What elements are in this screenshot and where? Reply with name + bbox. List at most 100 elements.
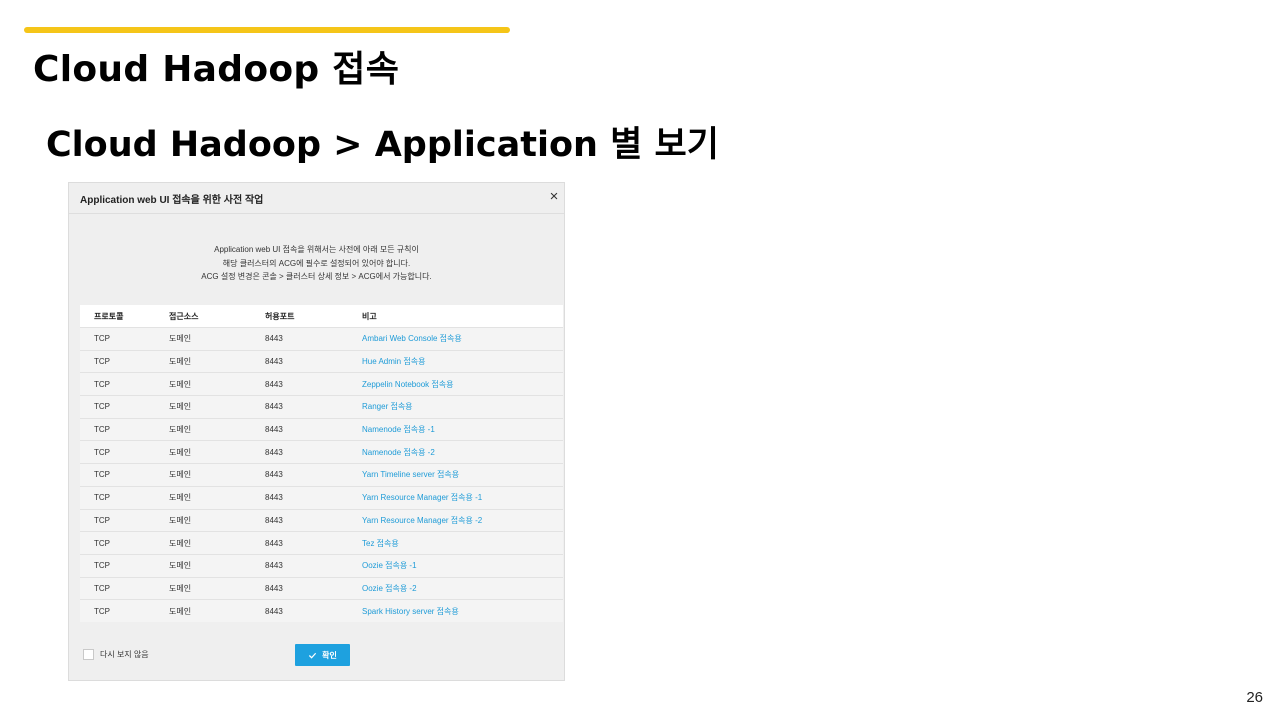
source-cell: 도메인: [169, 531, 265, 555]
dialog-notice: Application web UI 접속을 위해서는 사전에 아래 모든 규칙…: [69, 243, 564, 284]
note-link[interactable]: Namenode 접속용 -1: [362, 425, 435, 434]
port-cell: 8443: [265, 440, 362, 464]
dont-show-again-option[interactable]: 다시 보지 않음: [83, 649, 149, 660]
protocol-cell: TCP: [80, 553, 169, 578]
port-cell: 8443: [265, 372, 362, 396]
note-link[interactable]: Ambari Web Console 접속용: [362, 334, 462, 343]
protocol-cell: TCP: [80, 440, 169, 464]
close-icon[interactable]: ×: [546, 188, 562, 206]
source-cell: 도메인: [169, 485, 265, 509]
acg-rules-table: 프로토콜 접근소스 허용포트 비고 TCP 도메인 8443 Ambari Web C…: [80, 305, 563, 622]
dialog-title: Application web UI 접속을 위한 사전 작업: [80, 195, 264, 206]
column-header-port: 허용포트: [265, 305, 362, 328]
source-cell: 도메인: [169, 395, 265, 419]
protocol-cell: TCP: [80, 485, 169, 509]
protocol-cell: TCP: [80, 463, 169, 487]
notice-line: ACG 설정 변경은 콘솔 > 클러스터 상세 정보 > ACG에서 가능합니다…: [201, 272, 432, 281]
note-cell: Oozie 접속용 -1: [362, 553, 563, 578]
note-link[interactable]: Tez 접속용: [362, 539, 399, 548]
table-row: TCP 도메인 8443 Namenode 접속용 -1: [80, 417, 563, 441]
notice-line: 해당 클러스터의 ACG에 필수로 설정되어 있어야 합니다.: [222, 258, 411, 268]
table-row: TCP 도메인 8443 Ambari Web Console 접속용: [80, 327, 563, 351]
note-cell: Namenode 접속용 -1: [362, 417, 563, 441]
port-cell: 8443: [265, 553, 362, 578]
note-cell: Ranger 접속용: [362, 395, 563, 419]
protocol-cell: TCP: [80, 508, 169, 532]
note-link[interactable]: Yarn Timeline server 접속용: [362, 470, 459, 479]
column-header-note: 비고: [362, 305, 563, 328]
note-link[interactable]: Ranger 접속용: [362, 402, 413, 411]
port-cell: 8443: [265, 417, 362, 441]
note-cell: Yarn Timeline server 접속용: [362, 463, 563, 487]
note-link[interactable]: Yarn Resource Manager 접속용 -2: [362, 516, 482, 525]
protocol-cell: TCP: [80, 531, 169, 555]
note-link[interactable]: Hue Admin 접속용: [362, 357, 425, 366]
acg-prerequisite-dialog: Application web UI 접속을 위한 사전 작업 × Applic…: [68, 182, 565, 681]
source-cell: 도메인: [169, 576, 265, 600]
protocol-cell: TCP: [80, 372, 169, 396]
source-cell: 도메인: [169, 372, 265, 396]
source-cell: 도메인: [169, 349, 265, 373]
port-cell: 8443: [265, 599, 362, 622]
source-cell: 도메인: [169, 440, 265, 464]
table-row: TCP 도메인 8443 Namenode 접속용 -2: [80, 440, 563, 464]
note-cell: Hue Admin 접속용: [362, 349, 563, 373]
source-cell: 도메인: [169, 508, 265, 532]
notice-line: Application web UI 접속을 위해서는 사전에 아래 모든 규칙…: [214, 245, 419, 254]
note-cell: Spark History server 접속용: [362, 599, 563, 622]
table-row: TCP 도메인 8443 Ranger 접속용: [80, 395, 563, 419]
port-cell: 8443: [265, 463, 362, 487]
port-cell: 8443: [265, 327, 362, 351]
source-cell: 도메인: [169, 463, 265, 487]
table-row: TCP 도메인 8443 Tez 접속용: [80, 531, 563, 555]
note-cell: Zeppelin Notebook 접속용: [362, 372, 563, 396]
note-cell: Namenode 접속용 -2: [362, 440, 563, 464]
protocol-cell: TCP: [80, 599, 169, 622]
note-cell: Tez 접속용: [362, 531, 563, 555]
note-link[interactable]: Namenode 접속용 -2: [362, 448, 435, 457]
port-cell: 8443: [265, 485, 362, 509]
table-row: TCP 도메인 8443 Hue Admin 접속용: [80, 349, 563, 373]
confirm-button[interactable]: 확인: [295, 644, 350, 666]
page-number: 26: [1246, 689, 1263, 706]
table-row: TCP 도메인 8443 Yarn Resource Manager 접속용 -1: [80, 485, 563, 509]
protocol-cell: TCP: [80, 395, 169, 419]
column-header-protocol: 프로토콜: [80, 305, 169, 328]
port-cell: 8443: [265, 395, 362, 419]
check-icon: [309, 652, 317, 659]
table-row: TCP 도메인 8443 Oozie 접속용 -2: [80, 576, 563, 600]
note-cell: Ambari Web Console 접속용: [362, 327, 563, 351]
table-row: TCP 도메인 8443 Oozie 접속용 -1: [80, 553, 563, 578]
protocol-cell: TCP: [80, 349, 169, 373]
port-cell: 8443: [265, 349, 362, 373]
port-cell: 8443: [265, 531, 362, 555]
table-row: TCP 도메인 8443 Yarn Timeline server 접속용: [80, 463, 563, 487]
note-cell: Yarn Resource Manager 접속용 -2: [362, 508, 563, 532]
dont-show-again-checkbox[interactable]: [83, 649, 94, 660]
column-header-source: 접근소스: [169, 305, 265, 328]
slide-subtitle: Cloud Hadoop > Application 별 보기: [46, 125, 719, 165]
source-cell: 도메인: [169, 327, 265, 351]
dialog-header: Application web UI 접속을 위한 사전 작업 ×: [69, 183, 564, 214]
note-link[interactable]: Oozie 접속용 -2: [362, 584, 417, 593]
confirm-label: 확인: [322, 650, 337, 660]
note-link[interactable]: Oozie 접속용 -1: [362, 561, 417, 570]
source-cell: 도메인: [169, 599, 265, 622]
protocol-cell: TCP: [80, 576, 169, 600]
table-row: TCP 도메인 8443 Spark History server 접속용: [80, 599, 563, 622]
source-cell: 도메인: [169, 553, 265, 578]
dont-show-again-label: 다시 보지 않음: [100, 650, 149, 659]
table-row: TCP 도메인 8443 Zeppelin Notebook 접속용: [80, 372, 563, 396]
note-link[interactable]: Spark History server 접속용: [362, 607, 459, 616]
table-row: TCP 도메인 8443 Yarn Resource Manager 접속용 -2: [80, 508, 563, 532]
title-accent-bar: [24, 27, 510, 33]
port-cell: 8443: [265, 508, 362, 532]
slide-title: Cloud Hadoop 접속: [33, 49, 400, 90]
protocol-cell: TCP: [80, 327, 169, 351]
note-link[interactable]: Yarn Resource Manager 접속용 -1: [362, 493, 482, 502]
port-cell: 8443: [265, 576, 362, 600]
note-cell: Oozie 접속용 -2: [362, 576, 563, 600]
table-header-row: 프로토콜 접근소스 허용포트 비고: [80, 305, 563, 328]
protocol-cell: TCP: [80, 417, 169, 441]
note-link[interactable]: Zeppelin Notebook 접속용: [362, 380, 453, 389]
